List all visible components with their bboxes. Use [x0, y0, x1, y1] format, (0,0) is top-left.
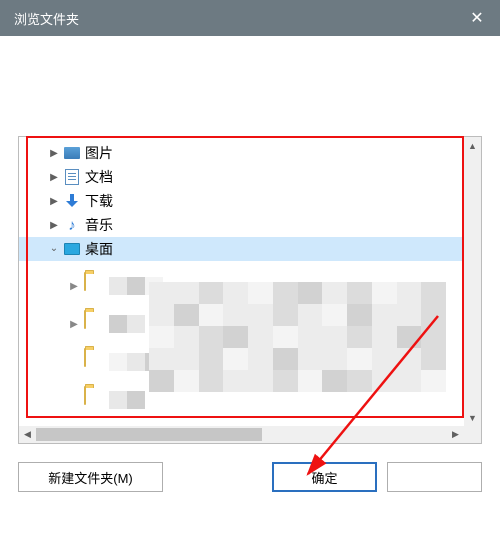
window-title: 浏览文件夹 — [14, 9, 79, 28]
chevron-right-icon: ▶ — [47, 196, 61, 207]
folder-tree: ▶ 图片 ▶ 文档 ▶ 下载 ▶ ♪ 音乐 — [18, 136, 482, 444]
close-icon[interactable]: ✕ — [454, 0, 500, 36]
ok-button[interactable]: 确定 — [272, 462, 377, 492]
vertical-scrollbar[interactable]: ▲ ▼ — [464, 137, 481, 426]
horizontal-scrollbar[interactable]: ◀ ▶ — [19, 426, 464, 443]
scroll-left-icon[interactable]: ◀ — [19, 426, 36, 443]
desktop-icon — [63, 240, 81, 258]
tree-item-downloads[interactable]: ▶ 下载 — [19, 189, 464, 213]
titlebar: 浏览文件夹 ✕ — [0, 0, 500, 36]
button-label: 新建文件夹(M) — [48, 468, 133, 487]
chevron-right-icon: ▶ — [67, 319, 81, 330]
scrollbar-thumb[interactable] — [36, 428, 262, 441]
tree-item-documents[interactable]: ▶ 文档 — [19, 165, 464, 189]
folder-icon — [84, 387, 106, 413]
scroll-down-icon[interactable]: ▼ — [464, 409, 481, 426]
tree-item-label: 下载 — [85, 191, 119, 211]
scroll-up-icon[interactable]: ▲ — [464, 137, 481, 154]
tree-item-label: 桌面 — [85, 239, 119, 259]
chevron-down-icon: ⌄ — [47, 243, 61, 254]
chevron-right-icon: ▶ — [47, 148, 61, 159]
downloads-icon — [63, 192, 81, 210]
music-icon: ♪ — [63, 216, 81, 234]
folder-icon — [84, 349, 106, 375]
pictures-icon — [63, 144, 81, 162]
tree-item-label: 音乐 — [85, 215, 119, 235]
tree-item-label: 文档 — [85, 167, 119, 187]
blurred-region — [149, 282, 446, 392]
scroll-right-icon[interactable]: ▶ — [447, 426, 464, 443]
tree-item-desktop[interactable]: ⌄ 桌面 — [19, 237, 464, 261]
chevron-right-icon: ▶ — [67, 281, 81, 292]
chevron-right-icon: ▶ — [47, 172, 61, 183]
button-label: 确定 — [311, 468, 337, 487]
folder-icon — [84, 311, 106, 337]
tree-item-pictures[interactable]: ▶ 图片 — [19, 141, 464, 165]
cancel-button[interactable] — [387, 462, 482, 492]
documents-icon — [63, 168, 81, 186]
folder-icon — [84, 273, 106, 299]
tree-item-label: 图片 — [85, 143, 119, 163]
new-folder-button[interactable]: 新建文件夹(M) — [18, 462, 163, 492]
chevron-right-icon: ▶ — [47, 220, 61, 231]
tree-item-music[interactable]: ▶ ♪ 音乐 — [19, 213, 464, 237]
